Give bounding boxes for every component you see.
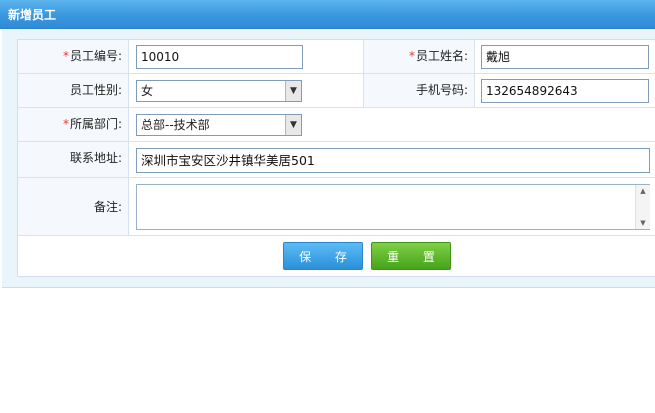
employee-name-input[interactable]: 戴旭 (481, 45, 649, 69)
gender-label-cell: 员工性别: (18, 74, 129, 108)
employee-form: *员工编号: 10010 *员工姓名: 戴旭 员工性别: 女 ▼ 手机号码: 1… (17, 39, 655, 277)
gender-value: 女 (141, 84, 154, 98)
chevron-down-icon[interactable]: ▼ (285, 115, 301, 135)
department-select[interactable]: 总部--技术部 ▼ (136, 114, 302, 136)
gender-label: 员工性别: (69, 83, 122, 97)
department-label: 所属部门: (69, 117, 122, 131)
employee-no-field-cell: 10010 (129, 40, 364, 74)
scroll-up-icon[interactable]: ▲ (636, 185, 650, 197)
department-field-cell: 总部--技术部 ▼ (129, 108, 655, 142)
employee-name-label-cell: *员工姓名: (364, 40, 475, 74)
phone-label-cell: 手机号码: (364, 74, 475, 108)
remark-scrollbar[interactable]: ▲ ▼ (635, 185, 650, 229)
phone-field-cell: 132654892643 (475, 74, 655, 108)
phone-input[interactable]: 132654892643 (481, 79, 649, 103)
gender-select[interactable]: 女 ▼ (136, 80, 302, 102)
department-value: 总部--技术部 (141, 118, 210, 132)
page-title: 新增员工 (8, 8, 57, 22)
form-panel: *员工编号: 10010 *员工姓名: 戴旭 员工性别: 女 ▼ 手机号码: 1… (2, 29, 655, 288)
gender-field-cell: 女 ▼ (129, 74, 364, 108)
employee-no-label: 员工编号: (69, 49, 122, 63)
employee-name-field-cell: 戴旭 (475, 40, 655, 74)
address-label-cell: 联系地址: (18, 142, 129, 178)
address-input[interactable]: 深圳市宝安区沙井镇华美居501 (136, 148, 650, 173)
page-header: 新增员工 (0, 0, 655, 29)
scroll-down-icon[interactable]: ▼ (636, 217, 650, 229)
required-mark: * (408, 49, 415, 63)
remark-textarea[interactable] (136, 184, 650, 230)
required-mark: * (62, 117, 69, 131)
remark-field-cell: ▲ ▼ (129, 178, 655, 236)
required-mark: * (62, 49, 69, 63)
phone-label: 手机号码: (415, 83, 468, 97)
reset-button[interactable]: 重 置 (371, 242, 451, 270)
address-field-cell: 深圳市宝安区沙井镇华美居501 (129, 142, 655, 178)
chevron-down-icon[interactable]: ▼ (285, 81, 301, 101)
save-button[interactable]: 保 存 (283, 242, 363, 270)
department-label-cell: *所属部门: (18, 108, 129, 142)
remark-label: 备注: (93, 200, 122, 214)
employee-no-input[interactable]: 10010 (136, 45, 303, 69)
remark-label-cell: 备注: (18, 178, 129, 236)
address-label: 联系地址: (69, 151, 122, 165)
employee-name-label: 员工姓名: (415, 49, 468, 63)
employee-no-label-cell: *员工编号: (18, 40, 129, 74)
